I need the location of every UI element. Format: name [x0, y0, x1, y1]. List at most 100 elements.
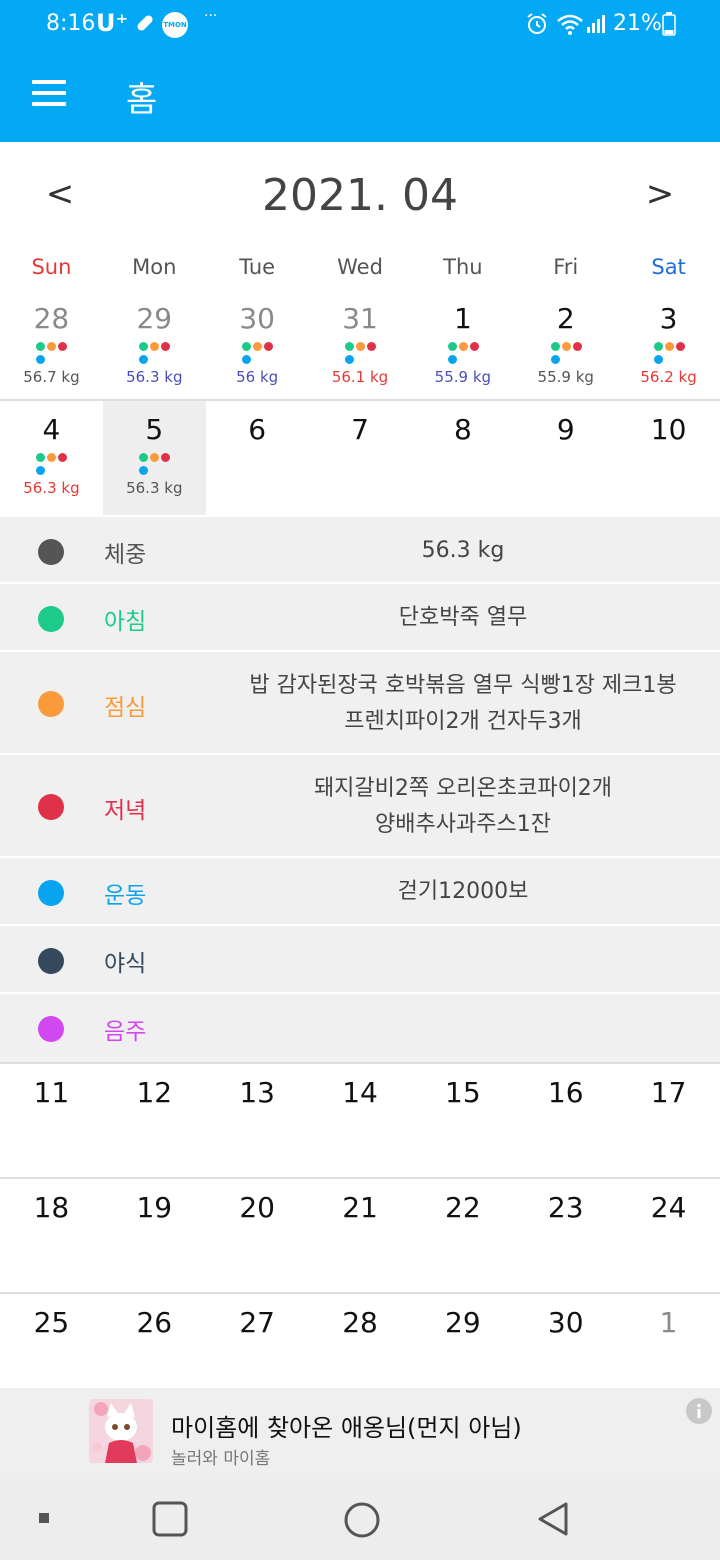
detail-row-late-snack[interactable]: 야식	[0, 924, 720, 993]
day-number: 19	[136, 1191, 173, 1224]
status-bar: 8:16 U⁺ TMON ··· 21%	[0, 0, 720, 50]
day-number: 28	[342, 1306, 378, 1339]
detail-value: 양배추사과주스1잔	[375, 812, 551, 837]
calendar-day[interactable]: 25	[0, 1294, 103, 1390]
calendar-day[interactable]: 2 55.9 kg	[514, 290, 617, 400]
overflow-notifications: ···	[204, 8, 218, 24]
status-time: 8:16	[46, 11, 96, 36]
calendar-day[interactable]: 16	[514, 1064, 617, 1178]
day-number: 6	[248, 413, 267, 446]
weekday-header: Sun Mon Tue Wed Thu Fri Sat	[0, 255, 720, 285]
meal-dots	[31, 453, 71, 477]
meal-dots	[31, 342, 71, 366]
prev-month-button[interactable]: <	[40, 174, 80, 214]
calendar-day[interactable]: 7	[309, 401, 412, 516]
calendar-day[interactable]: 1	[617, 1294, 720, 1390]
detail-row-exercise[interactable]: 운동 걷기12000보	[0, 856, 720, 925]
day-weight: 55.9 kg	[537, 368, 594, 386]
day-number: 10	[650, 413, 687, 446]
day-weight: 55.9 kg	[434, 368, 492, 386]
ad-banner[interactable]: 마이홈에 찾아온 애옹님(먼지 아님) 놀러와 마이홈	[0, 1388, 720, 1473]
day-number: 23	[547, 1191, 584, 1224]
next-month-button[interactable]: >	[640, 174, 680, 214]
calendar-day[interactable]: 23	[514, 1179, 617, 1293]
day-number: 9	[556, 413, 575, 446]
day-number: 20	[239, 1191, 275, 1224]
calendar-day[interactable]: 14	[309, 1064, 412, 1178]
calendar-day[interactable]: 24	[617, 1179, 720, 1293]
detail-label: 아침	[104, 609, 147, 635]
calendar-day[interactable]: 17	[617, 1064, 720, 1178]
calendar-day[interactable]: 11	[0, 1064, 103, 1178]
calendar-day[interactable]: 30	[514, 1294, 617, 1390]
day-number: 29	[445, 1306, 481, 1339]
calendar-day[interactable]: 20	[206, 1179, 309, 1293]
ad-info-icon[interactable]	[686, 1398, 712, 1424]
calendar-day[interactable]: 12	[103, 1064, 206, 1178]
day-number: 27	[239, 1306, 275, 1339]
calendar-day[interactable]: 31 56.1 kg	[309, 290, 412, 400]
day-weight: 56.1 kg	[331, 368, 389, 386]
calendar-day-selected[interactable]: 5 56.3 kg	[102, 401, 206, 516]
calendar-day[interactable]: 30 56 kg	[206, 290, 309, 400]
back-icon[interactable]	[534, 1500, 572, 1538]
meal-dots	[649, 342, 689, 366]
weekday-fri: Fri	[553, 255, 579, 279]
pill-icon	[137, 15, 153, 31]
month-title: 2021. 04	[262, 170, 458, 221]
app-root: 8:16 U⁺ TMON ··· 21% 홈 2021. 04 < > Sun …	[0, 0, 720, 1560]
day-weight: 56.3 kg	[23, 479, 80, 497]
day-number: 12	[136, 1076, 173, 1109]
calendar-day[interactable]: 13	[206, 1064, 309, 1178]
calendar-week-1: 28 56.7 kg 29 56.3 kg 30 56 kg 31 56.1 k…	[0, 290, 720, 400]
calendar-week-2: 4 56.3 kg 5 56.3 kg 6 7 8 9 10	[0, 399, 720, 516]
day-number: 4	[42, 413, 61, 446]
calendar-day[interactable]: 3 56.2 kg	[617, 290, 720, 400]
overview-square-icon[interactable]	[152, 1501, 188, 1537]
battery-percent: 21%	[613, 11, 662, 36]
day-number: 1	[453, 302, 472, 335]
month-navigation: 2021. 04 < >	[0, 170, 720, 240]
late-snack-dot-icon	[38, 948, 64, 974]
calendar-week-5: 25 26 27 28 29 30 1	[0, 1292, 720, 1390]
calendar-day[interactable]: 26	[103, 1294, 206, 1390]
menu-icon[interactable]	[32, 80, 66, 108]
detail-row-weight[interactable]: 체중 56.3 kg	[0, 515, 720, 583]
calendar-day[interactable]: 28 56.7 kg	[0, 290, 103, 400]
calendar-day[interactable]: 6	[206, 401, 309, 516]
calendar-day[interactable]: 22	[411, 1179, 514, 1293]
calendar-day[interactable]: 15	[411, 1064, 514, 1178]
meal-dots	[340, 342, 380, 366]
recent-apps-icon[interactable]	[38, 1512, 50, 1524]
calendar-day[interactable]: 21	[309, 1179, 412, 1293]
weekday-sun: Sun	[31, 255, 72, 279]
calendar-day[interactable]: 28	[309, 1294, 412, 1390]
day-weight: 56.2 kg	[640, 368, 697, 386]
weekday-wed: Wed	[337, 255, 383, 279]
calendar-day[interactable]: 18	[0, 1179, 103, 1293]
day-number: 22	[445, 1191, 481, 1224]
calendar-day[interactable]: 9	[514, 401, 617, 516]
meal-dots	[443, 342, 483, 366]
detail-row-lunch[interactable]: 점심 밥 감자된장국 호박볶음 열무 식빵1장 제크1봉 프렌치파이2개 건자두…	[0, 650, 720, 754]
wifi-icon	[557, 14, 583, 35]
calendar-day[interactable]: 29 56.3 kg	[103, 290, 206, 400]
detail-row-drinking[interactable]: 음주	[0, 992, 720, 1062]
calendar-week-4: 18 19 20 21 22 23 24	[0, 1177, 720, 1293]
detail-value: 단호박죽 열무	[398, 605, 528, 630]
calendar-day[interactable]: 1 55.9 kg	[411, 290, 514, 400]
calendar-day[interactable]: 4 56.3 kg	[0, 401, 103, 516]
home-icon[interactable]	[343, 1501, 381, 1539]
detail-row-breakfast[interactable]: 아침 단호박죽 열무	[0, 582, 720, 651]
detail-row-dinner[interactable]: 저녁 돼지갈비2쪽 오리온초코파이2개 양배추사과주스1잔	[0, 753, 720, 857]
calendar-day[interactable]: 10	[617, 401, 720, 516]
calendar-day[interactable]: 8	[411, 401, 514, 516]
calendar-day[interactable]: 29	[411, 1294, 514, 1390]
calendar-day[interactable]: 19	[103, 1179, 206, 1293]
day-number: 11	[33, 1076, 70, 1109]
calendar-day[interactable]: 27	[206, 1294, 309, 1390]
dinner-dot-icon	[38, 794, 64, 820]
calendar-week-3: 11 12 13 14 15 16 17	[0, 1062, 720, 1178]
breakfast-dot-icon	[38, 606, 64, 632]
ad-subtitle: 놀러와 마이홈	[171, 1449, 271, 1469]
